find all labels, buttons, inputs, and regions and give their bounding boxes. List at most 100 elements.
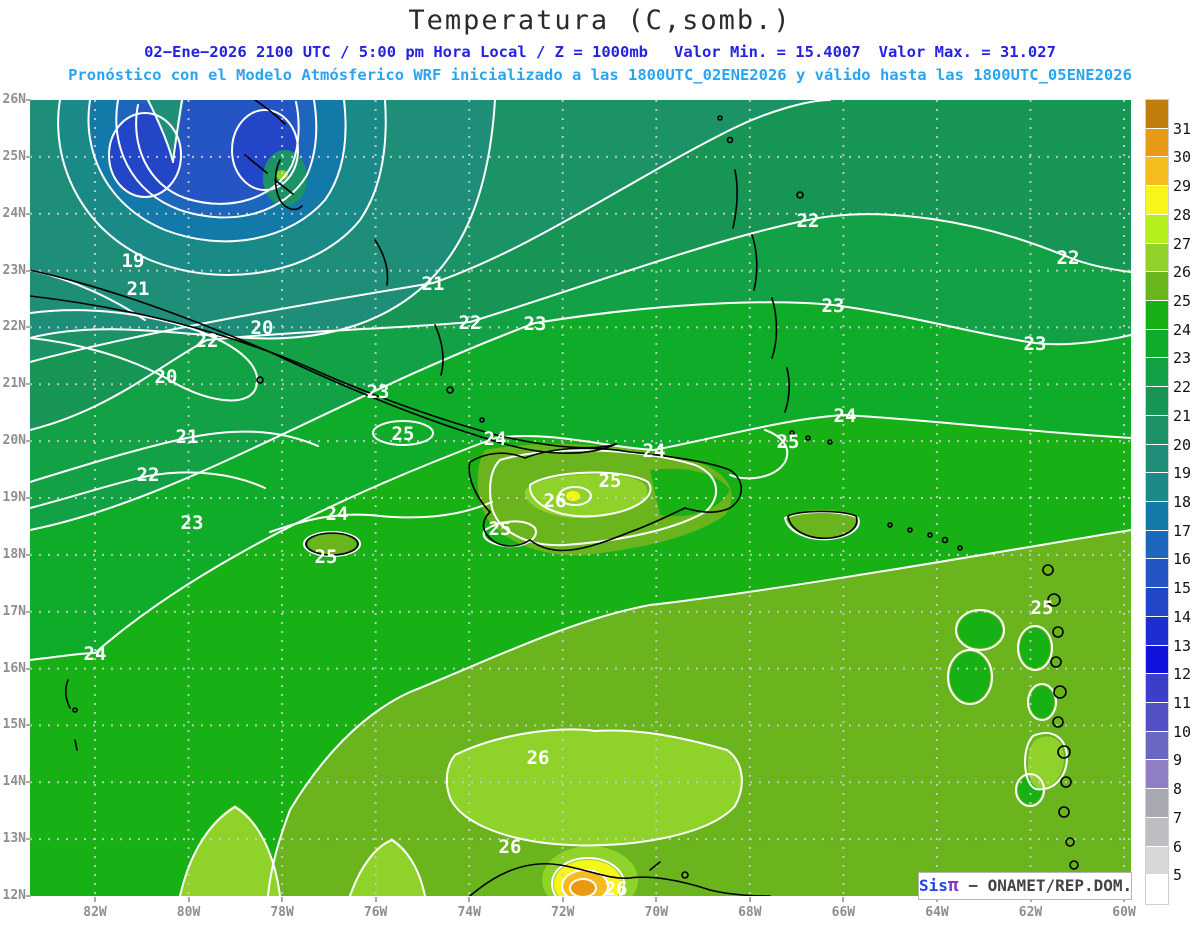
lon-tick-mark — [374, 897, 377, 902]
colorbar-tick-label: 22 — [1173, 378, 1192, 397]
contour-value-label: 25 — [599, 470, 622, 492]
lat-tick-label: 20N — [2, 433, 26, 449]
lat-tick-label: 18N — [2, 546, 26, 562]
lon-tick-label: 60W — [1112, 905, 1136, 920]
contour-value-label: 22 — [1057, 247, 1080, 269]
colorbar-segment — [1146, 789, 1168, 817]
contour-value-label: 19 — [122, 250, 145, 272]
colorbar-segment — [1146, 846, 1168, 875]
attribution-sis: Sis — [919, 876, 948, 895]
colorbar-tick-label: 6 — [1173, 837, 1183, 856]
lon-tick-label: 74W — [457, 905, 481, 920]
colorbar-segment — [1146, 502, 1168, 530]
colorbar-tick-label: 15 — [1173, 579, 1192, 598]
contour-value-label: 24 — [84, 643, 107, 665]
contour-value-label: 26 — [499, 836, 522, 858]
colorbar-tick-label: 10 — [1173, 722, 1192, 741]
colorbar-segment — [1146, 875, 1168, 903]
contour-value-label: 23 — [524, 313, 547, 335]
lat-tick-label: 12N — [2, 887, 26, 903]
lon-tick-label: 64W — [925, 905, 949, 920]
colorbar-tick-label: 24 — [1173, 320, 1192, 339]
lat-tick-mark — [26, 838, 31, 841]
colorbar-tick-label: 11 — [1173, 694, 1192, 712]
lat-tick-label: 16N — [2, 660, 26, 676]
lat-tick-label: 25N — [2, 148, 26, 164]
colorbar-tick-label: 31 — [1173, 119, 1192, 138]
contour-value-label: 21 — [422, 273, 445, 295]
colorbar-segment — [1146, 760, 1168, 789]
colorbar-segment — [1146, 703, 1168, 731]
lat-tick-mark — [26, 724, 31, 727]
colorbar-tick-label: 21 — [1173, 406, 1192, 425]
colorbar-tick-label: 16 — [1173, 550, 1192, 569]
lat-tick-label: 22N — [2, 319, 26, 335]
lat-tick-label: 15N — [2, 717, 26, 733]
colorbar-segment — [1146, 329, 1168, 358]
colorbar-tick-label: 20 — [1173, 435, 1192, 454]
lon-tick-mark — [842, 897, 845, 902]
colorbar-segment — [1146, 415, 1168, 444]
colorbar-segment — [1146, 616, 1168, 645]
lat-tick-mark — [26, 553, 31, 556]
colorbar-tick-label: 19 — [1173, 464, 1192, 483]
lat-tick-mark — [26, 610, 31, 613]
contour-value-label: 24 — [484, 428, 507, 450]
lat-tick-label: 19N — [2, 489, 26, 505]
contour-value-label: 24 — [326, 503, 349, 525]
lon-tick-mark — [94, 897, 96, 902]
lat-tick-mark — [26, 155, 31, 158]
colorbar-tick-label: 27 — [1173, 234, 1192, 253]
colorbar-tick-label: 14 — [1173, 607, 1192, 626]
contour-value-label: 23 — [822, 295, 845, 317]
lat-tick-label: 23N — [2, 262, 26, 278]
colorbar-tick-label: 13 — [1173, 636, 1192, 655]
colorbar-segment — [1146, 530, 1168, 559]
lat-tick-mark — [26, 894, 31, 897]
colorbar-segment — [1146, 588, 1168, 616]
colorbar-segment — [1146, 444, 1168, 473]
colorbar-tick-label: 7 — [1173, 808, 1183, 827]
contour-value-label: 24 — [643, 440, 666, 462]
colorbar-segment — [1146, 817, 1168, 846]
attribution-box: Sisπ − ONAMET/REP.DOM. — [918, 872, 1132, 900]
weather-map-figure: Temperatura (C,somb.) 02−Ene−2026 2100 U… — [0, 0, 1200, 927]
lat-tick-label: 26N — [2, 92, 26, 107]
colorbar-segment — [1146, 186, 1168, 214]
contour-value-label: 23 — [367, 381, 390, 403]
subtitle-datetime-line: 02−Ene−2026 2100 UTC / 5:00 pm Hora Loca… — [0, 43, 1200, 61]
colorbar-tick-label: 29 — [1173, 177, 1192, 196]
colorbar-segment — [1146, 243, 1168, 272]
contour-value-label: 20 — [251, 317, 274, 339]
lat-tick-mark — [26, 326, 31, 329]
colorbar-segment — [1146, 559, 1168, 588]
colorbar-segment — [1146, 272, 1168, 300]
contour-value-label: 24 — [834, 405, 857, 427]
lon-tick-label: 78W — [270, 905, 294, 920]
lat-tick-label: 13N — [2, 831, 26, 847]
contour-value-label: 25 — [777, 431, 800, 453]
contour-map-svg: 19212022202122232122 23232524252223222324… — [30, 100, 1131, 896]
colorbar-tick-label: 23 — [1173, 349, 1192, 368]
contour-value-label: 25 — [392, 423, 415, 445]
colorbar-segment — [1146, 387, 1168, 415]
colorbar-segment — [1146, 157, 1168, 186]
colorbar-segment — [1146, 214, 1168, 243]
lat-tick-mark — [26, 269, 31, 272]
lon-tick-mark — [468, 897, 471, 902]
colorbar-tick-label: 28 — [1173, 205, 1192, 224]
contour-value-label: 25 — [315, 546, 338, 568]
lon-tick-mark — [187, 897, 190, 902]
colorbar — [1145, 99, 1169, 905]
lat-tick-mark — [26, 667, 31, 670]
colorbar-tick-label: 5 — [1173, 866, 1183, 885]
contour-value-label: 20 — [155, 366, 178, 388]
attribution-text: − ONAMET/REP.DOM. — [968, 876, 1133, 895]
contour-value-label: 25 — [489, 518, 512, 540]
lat-tick-label: 24N — [2, 205, 26, 221]
lat-tick-label: 17N — [2, 603, 26, 619]
colorbar-tick-label: 17 — [1173, 521, 1192, 540]
attribution-pi-logo: π — [947, 875, 959, 896]
contour-value-label: 23 — [1024, 333, 1047, 355]
lon-tick-mark — [561, 897, 564, 902]
